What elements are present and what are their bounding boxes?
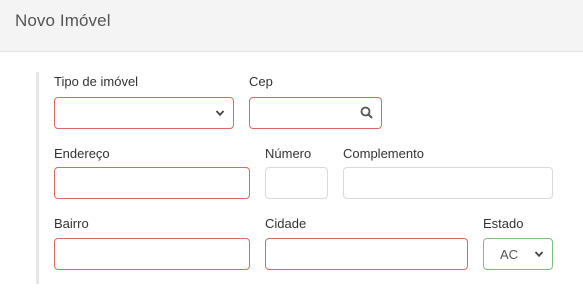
page-title: Novo Imóvel [15,11,111,30]
tipo-select-control[interactable] [55,98,233,128]
cidade-field[interactable] [265,238,468,270]
cidade-input[interactable] [266,239,467,269]
cep-field[interactable] [249,97,382,129]
chevron-down-icon [534,251,544,258]
estado-value: AC [500,247,519,262]
estado-select[interactable]: AC [483,238,553,270]
complemento-field[interactable] [343,167,553,199]
endereco-field[interactable] [54,167,250,199]
numero-label: Número [265,146,312,161]
endereco-input[interactable] [55,168,249,198]
page-header: Novo Imóvel [0,0,583,52]
complemento-label: Complemento [343,146,424,161]
estado-label: Estado [483,216,524,231]
tipo-label: Tipo de imóvel [54,74,139,89]
bairro-input[interactable] [55,239,249,269]
endereco-label: Endereço [54,146,110,161]
cidade-label: Cidade [265,216,307,231]
numero-field[interactable] [265,167,328,199]
numero-input[interactable] [266,168,327,198]
cep-label: Cep [249,74,273,89]
bairro-field[interactable] [54,238,250,270]
form-section-divider [36,72,39,284]
complemento-input[interactable] [344,168,552,198]
search-icon[interactable] [359,105,375,121]
bairro-label: Bairro [54,216,89,231]
tipo-select[interactable] [54,97,234,129]
